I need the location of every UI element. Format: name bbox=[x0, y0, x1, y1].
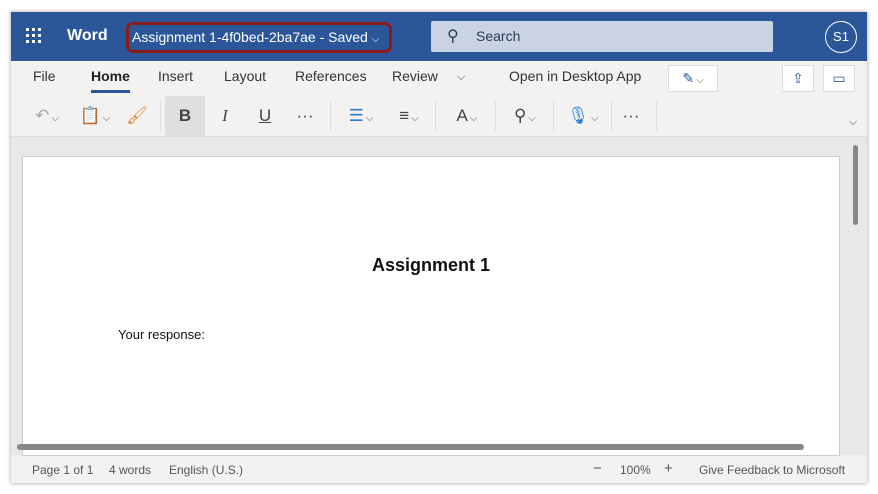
more-tabs-chevron-icon[interactable]: ⌵ bbox=[457, 71, 465, 84]
bullets-icon[interactable]: ☰ ⌵ bbox=[341, 96, 381, 136]
document-canvas: Assignment 1 Your response: bbox=[11, 136, 867, 456]
document-body-text: Your response: bbox=[118, 327, 205, 342]
tab-references[interactable]: References bbox=[295, 68, 367, 84]
tab-review[interactable]: Review bbox=[392, 68, 438, 84]
editing-mode-button[interactable]: ✎ ⌵ bbox=[668, 65, 718, 92]
zoom-out-button[interactable]: − bbox=[593, 460, 602, 477]
dictate-icon[interactable]: 🎙 ⌵ bbox=[563, 96, 603, 136]
tab-home[interactable]: Home bbox=[91, 68, 130, 93]
styles-icon[interactable]: A ⌵ bbox=[447, 96, 487, 136]
divider bbox=[656, 101, 657, 131]
find-icon[interactable]: ⚲ ⌵ bbox=[505, 96, 545, 136]
language[interactable]: English (U.S.) bbox=[169, 463, 243, 477]
underline-button[interactable]: U bbox=[251, 96, 279, 136]
document-heading: Assignment 1 bbox=[371, 255, 491, 275]
ribbon-toolbar: ↶ ⌵ 📋 ⌵ 🖌 B I U ··· ☰ ⌵ ≡ ⌵ A ⌵ ⚲ ⌵ 🎙 ⌵ ··· ⌵ bbox=[11, 96, 867, 136]
document-name-button[interactable]: Assignment 1-4f0bed-2ba7ae - Saved ⌵ bbox=[126, 22, 392, 53]
align-icon[interactable]: ≡ ⌵ bbox=[389, 96, 429, 136]
tab-file[interactable]: File bbox=[33, 68, 56, 84]
italic-button[interactable]: I bbox=[211, 96, 239, 136]
bold-button[interactable]: B bbox=[165, 96, 205, 136]
divider bbox=[330, 101, 331, 131]
divider bbox=[553, 101, 554, 131]
comment-icon[interactable]: ▭ bbox=[823, 65, 855, 92]
document-page[interactable]: Assignment 1 Your response: bbox=[22, 156, 840, 456]
search-placeholder: Search bbox=[476, 28, 521, 44]
page-count: Page 1 of 1 bbox=[32, 463, 94, 477]
status-bar: Page 1 of 1 4 words English (U.S.) − 100… bbox=[11, 455, 867, 483]
title-bar: Word Assignment 1-4f0bed-2ba7ae - Saved … bbox=[11, 12, 867, 61]
pencil-icon: ✎ bbox=[682, 70, 695, 86]
format-painter-icon[interactable]: 🖌 bbox=[123, 96, 151, 136]
word-count: 4 words bbox=[109, 463, 152, 477]
ribbon-tabs: File Home Insert Layout References Revie… bbox=[11, 61, 867, 94]
divider bbox=[160, 101, 161, 131]
divider bbox=[611, 101, 612, 131]
more-options-button[interactable]: ··· bbox=[617, 96, 645, 136]
vertical-scrollbar[interactable] bbox=[853, 145, 858, 225]
share-icon[interactable]: ⇪ bbox=[782, 65, 814, 92]
word-window: Word Assignment 1-4f0bed-2ba7ae - Saved … bbox=[11, 12, 867, 483]
search-icon: ⚲ bbox=[447, 28, 459, 45]
app-name[interactable]: Word bbox=[67, 27, 108, 45]
undo-icon[interactable]: ↶ ⌵ bbox=[27, 96, 67, 136]
open-desktop-app-button[interactable]: Open in Desktop App bbox=[509, 68, 641, 84]
divider bbox=[435, 101, 436, 131]
search-input[interactable]: ⚲ Search bbox=[431, 21, 773, 52]
document-name: Assignment 1-4f0bed-2ba7ae - Saved bbox=[132, 29, 368, 45]
feedback-link[interactable]: Give Feedback to Microsoft bbox=[699, 463, 845, 477]
zoom-level[interactable]: 100% bbox=[620, 463, 651, 477]
horizontal-scrollbar[interactable] bbox=[17, 444, 804, 450]
zoom-in-button[interactable]: + bbox=[664, 460, 673, 477]
avatar[interactable]: S1 bbox=[825, 21, 857, 53]
tab-layout[interactable]: Layout bbox=[224, 68, 266, 84]
paste-icon[interactable]: 📋 ⌵ bbox=[75, 96, 115, 136]
more-font-options-button[interactable]: ··· bbox=[291, 96, 319, 136]
app-launcher-icon[interactable] bbox=[26, 28, 42, 44]
tab-insert[interactable]: Insert bbox=[158, 68, 193, 84]
divider bbox=[495, 101, 496, 131]
chevron-down-icon: ⌵ bbox=[371, 34, 380, 45]
